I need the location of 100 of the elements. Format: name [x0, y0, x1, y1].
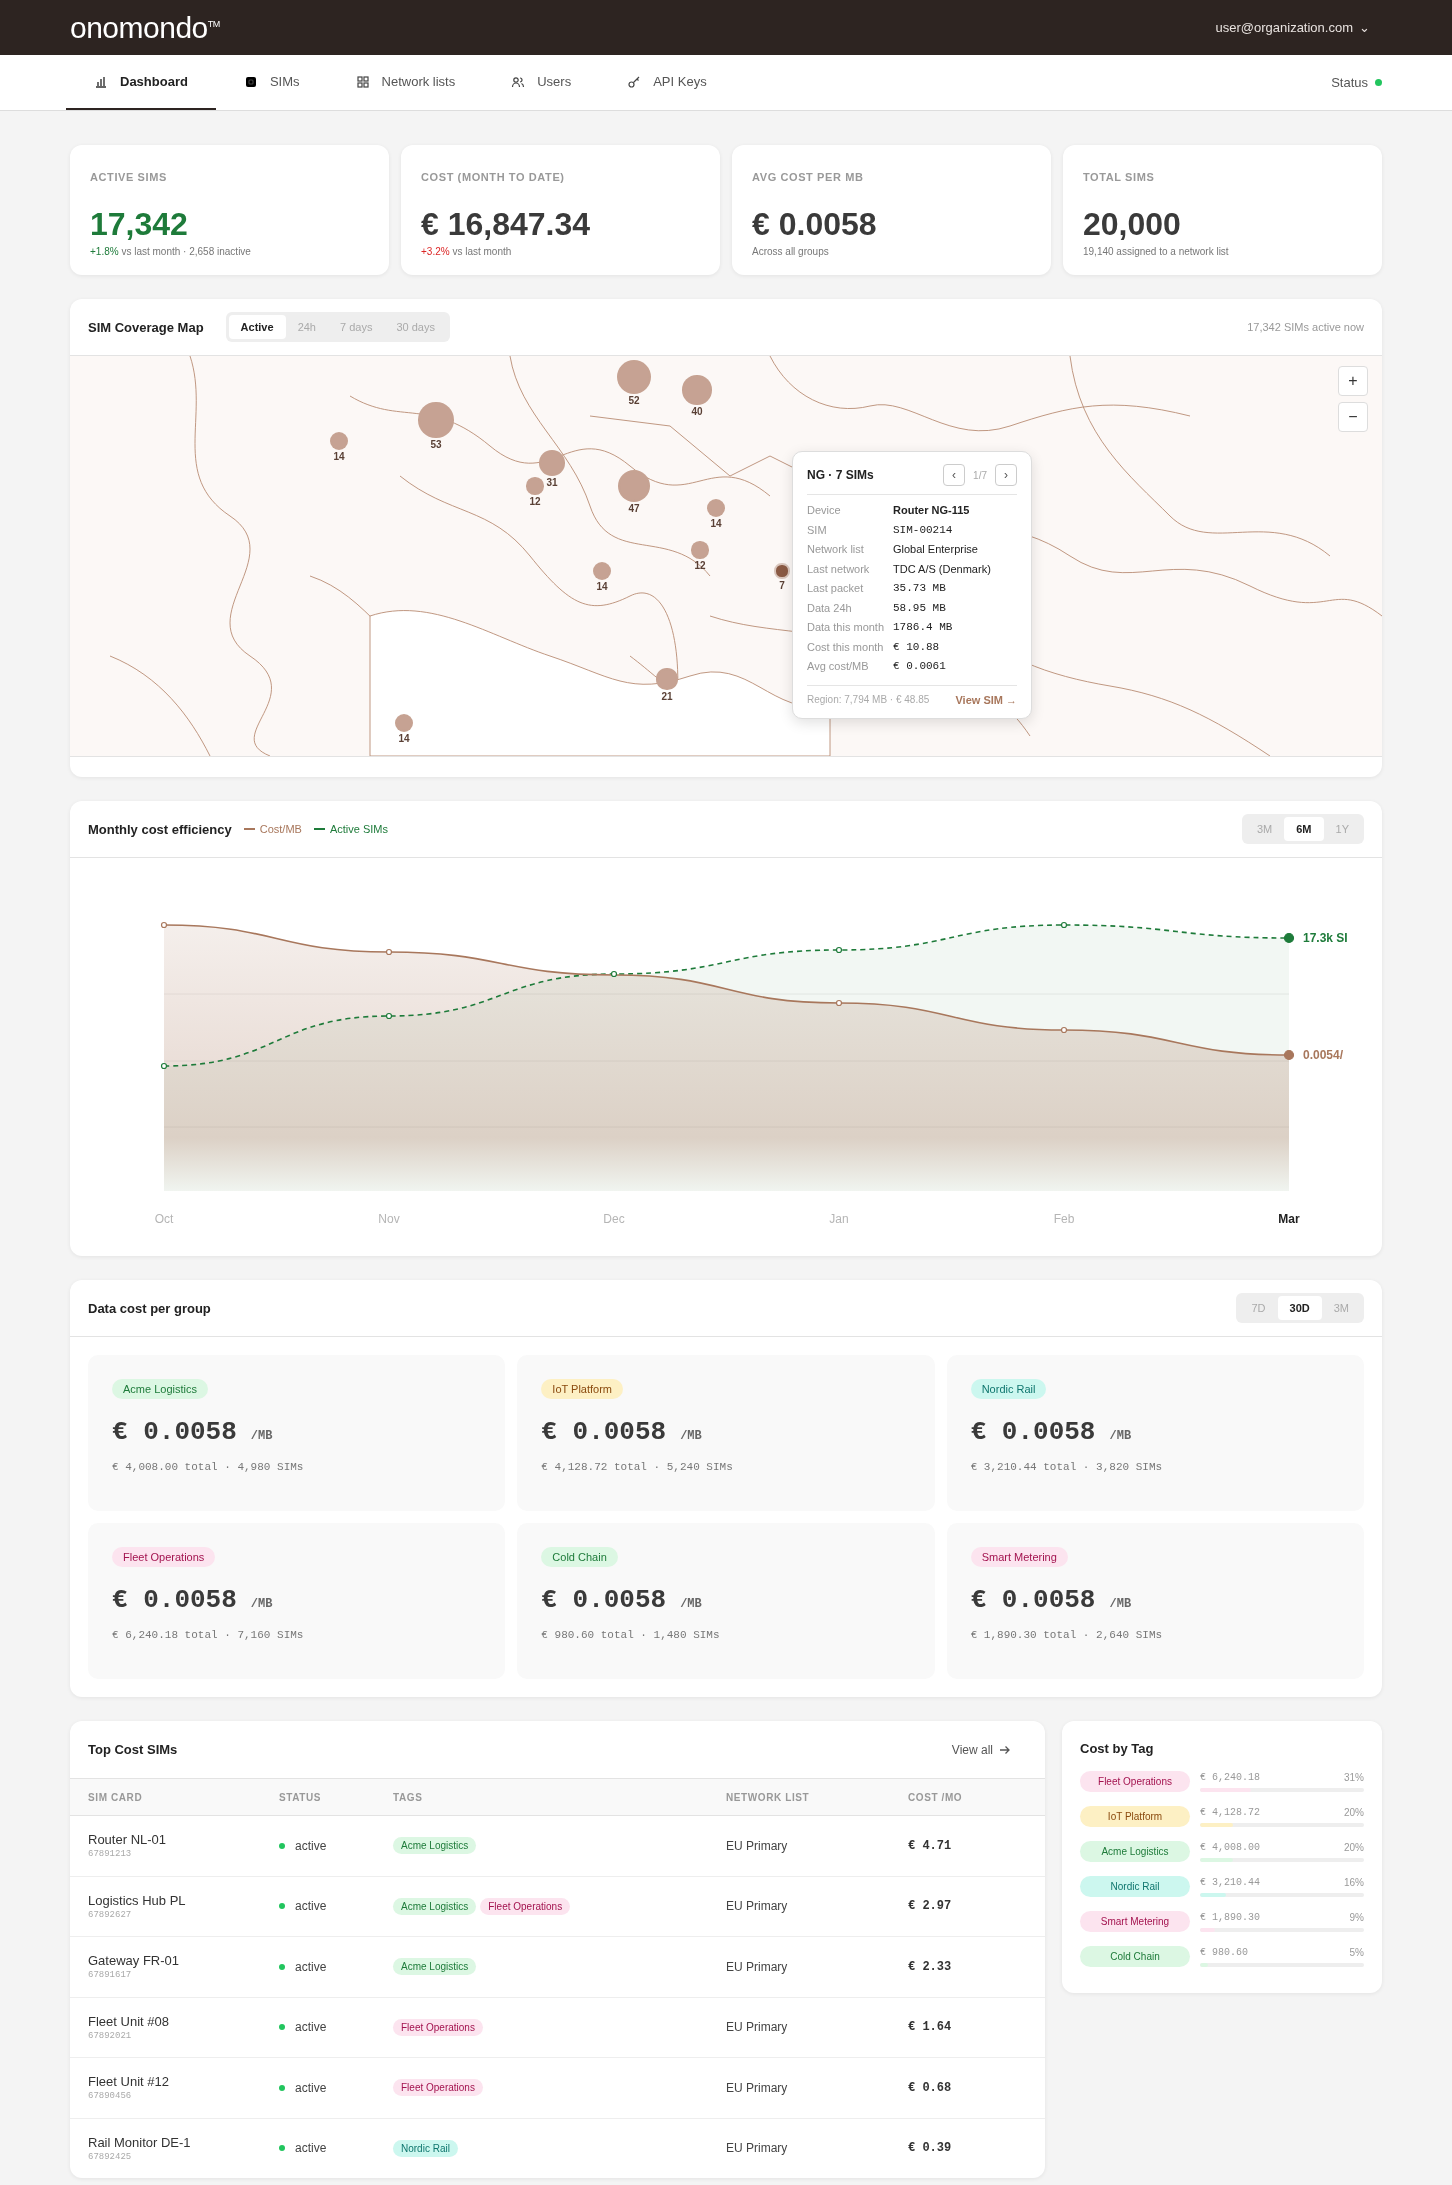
sim-id: 67892021 [88, 2030, 133, 2041]
group-price: € 0.0058 [112, 1417, 237, 1447]
zoom-out-button[interactable]: − [1338, 402, 1368, 432]
tag: Acme Logistics [393, 1958, 477, 1976]
field-label: Data 24h [807, 600, 853, 616]
marker-label: 7 [779, 579, 785, 591]
network-list: EU Primary [726, 2141, 908, 2156]
field-label: Avg cost/MB [807, 659, 870, 674]
column-header: NETWORK LIST [726, 1791, 811, 1803]
card-title: Data cost per group [88, 1300, 211, 1316]
column-header: STATUS [279, 1791, 323, 1803]
stat-note: +1.8% vs last month · 2,658 inactive [90, 246, 251, 257]
filter-tab[interactable]: Active [228, 315, 286, 339]
next-button[interactable]: › [995, 464, 1017, 486]
card-title: Top Cost SIMs [88, 1742, 178, 1757]
group-tag: Fleet Operations [112, 1547, 216, 1567]
status-dot [279, 2145, 285, 2152]
data-point [1283, 1049, 1295, 1061]
sim-cost: € 0.68 [908, 2080, 953, 2095]
tag-amount: € 4,008.00 [1200, 1841, 1260, 1853]
data-point [1060, 1026, 1068, 1034]
field-value: € 0.0061 [893, 659, 947, 674]
axis-label: Jan [829, 1212, 849, 1226]
sim-id: 67891617 [88, 1970, 133, 1981]
sim-name: Rail Monitor DE-1 [88, 2134, 192, 2150]
marker-label: 14 [398, 733, 410, 745]
range-tab[interactable]: 30D [1277, 1296, 1322, 1320]
status-text: active [295, 1838, 327, 1853]
sim-name: Gateway FR-01 [88, 1953, 181, 1969]
column-header: SIM CARD [87, 1791, 144, 1803]
status-text: active [295, 1899, 327, 1914]
data-point [610, 970, 618, 978]
marker-label: 14 [333, 451, 345, 463]
status-dot [279, 2084, 285, 2091]
group-detail: € 980.60 total · 1,480 SIMs [541, 1629, 720, 1641]
price-unit: /MB [680, 1429, 702, 1443]
view-sim-link[interactable]: View SIM → [955, 693, 1017, 706]
range-tab[interactable]: 6M [1284, 817, 1324, 841]
region-summary: Region: 7,794 MB · € 48.85 [807, 694, 930, 705]
field-value: € 10.88 [893, 639, 941, 655]
key-icon [627, 74, 642, 89]
field-label: Data this month [807, 620, 886, 635]
data-point [160, 1062, 168, 1070]
nav-tab[interactable]: Users [483, 55, 600, 110]
marker-label: 14 [710, 518, 722, 530]
status-dot [279, 1963, 285, 1970]
tag: Cold Chain [1080, 1946, 1190, 1967]
field-value: SIM-00214 [893, 522, 954, 538]
previous-button[interactable]: ‹ [943, 464, 966, 486]
sim-cost: € 4.71 [908, 1838, 953, 1853]
status-dot [279, 1903, 285, 1910]
status-text: active [295, 2080, 327, 2095]
price-unit: /MB [250, 1597, 273, 1611]
series-end-label: 17.3k SI [1303, 931, 1348, 945]
axis-label: Nov [378, 1212, 400, 1226]
sim-id: 67892627 [88, 1909, 133, 1920]
zoom-in-button[interactable]: + [1338, 366, 1368, 396]
tag-share: 20% [1344, 1841, 1364, 1853]
users-icon [511, 74, 526, 89]
field-value: Router NG-115 [893, 503, 971, 518]
stat-value: € 16,847.34 [421, 207, 591, 241]
tag: Nordic Rail [393, 2139, 458, 2157]
view-all-link[interactable]: View all [951, 1742, 1027, 1757]
price-unit: /MB [1109, 1597, 1132, 1611]
tag: Fleet Operations [393, 2079, 483, 2097]
nav-tab[interactable]: API Keys [599, 55, 735, 110]
marker-label: 47 [628, 503, 640, 515]
field-label: Last packet [807, 581, 865, 596]
tag-amount: € 1,890.30 [1200, 1911, 1260, 1923]
marker-label: 52 [628, 395, 640, 407]
tag: Acme Logistics [393, 1837, 477, 1855]
field-label: SIM [807, 522, 828, 538]
logo: onomondo$^{TM}$ [70, 10, 220, 45]
tag-share: 31% [1344, 1771, 1364, 1783]
group-detail: € 4,008.00 total · 4,980 SIMs [112, 1461, 304, 1473]
sim-cost: € 2.33 [908, 1959, 953, 1974]
column-header: TAGS [393, 1791, 424, 1803]
nav-tab[interactable]: SIMs [215, 55, 328, 110]
group-tag: IoT Platform [541, 1379, 624, 1399]
group-price: € 0.0058 [970, 1417, 1096, 1447]
field-label: Device [807, 503, 842, 518]
sim-name: Fleet Unit #08 [88, 2013, 170, 2029]
nav-tab[interactable]: Dashboard [66, 55, 216, 110]
status-text: active [295, 1959, 327, 1974]
group-price: € 0.0058 [112, 1585, 237, 1615]
data-point [160, 921, 168, 929]
marker-label: 12 [529, 495, 541, 507]
tag-amount: € 3,210.44 [1200, 1876, 1260, 1888]
user-menu[interactable]: user@organization.com ⌄ [1209, 19, 1376, 36]
sim-id: 67890456 [88, 2091, 133, 2102]
marker-label: 40 [691, 405, 703, 417]
price-unit: /MB [1109, 1429, 1132, 1443]
tag: Smart Metering [1080, 1911, 1190, 1932]
tag-amount: € 4,128.72 [1200, 1806, 1260, 1818]
data-point [385, 948, 393, 956]
nav-tab[interactable]: Network lists [327, 55, 484, 110]
status-dot [279, 1842, 285, 1849]
network-list: EU Primary [726, 1838, 908, 1853]
card-title: Cost by Tag [1080, 1741, 1154, 1756]
tag: IoT Platform [1080, 1806, 1190, 1827]
